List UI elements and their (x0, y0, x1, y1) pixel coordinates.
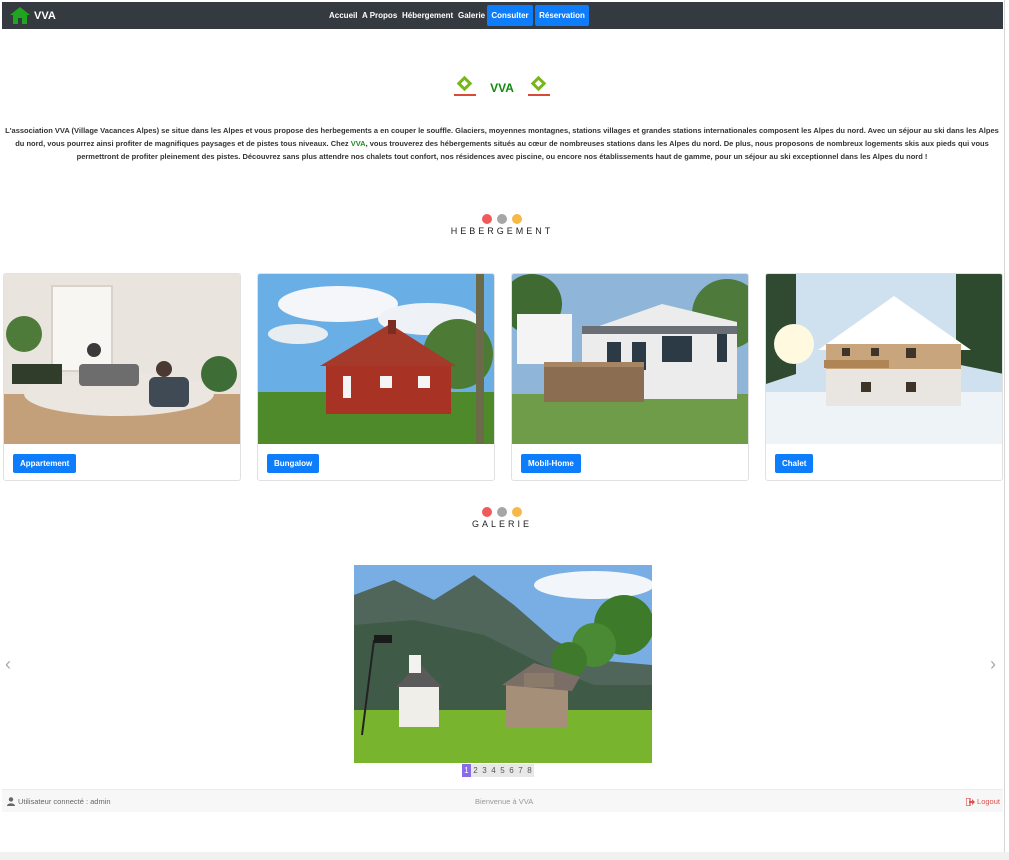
chalet-image (766, 274, 1002, 444)
logout-link[interactable]: Logout (966, 797, 1000, 806)
bungalow-image (258, 274, 494, 444)
grey-dot (497, 507, 507, 517)
pager-page-5[interactable]: 5 (498, 764, 507, 777)
pager-page-4[interactable]: 4 (489, 764, 498, 777)
mobil-home-button[interactable]: Mobil-Home (521, 454, 581, 473)
home-icon (10, 7, 30, 24)
vva-logo-right (527, 75, 550, 99)
connected-user-label: Utilisateur connecté : admin (18, 797, 111, 806)
galerie-dots (0, 507, 1004, 517)
card-chalet: Chalet (765, 273, 1003, 481)
navbar: VVA Accueil A Propos Hébergement Galerie… (2, 2, 1003, 29)
intro-highlight: VVA (350, 139, 366, 148)
connected-user: Utilisateur connecté : admin (7, 797, 111, 806)
pager-page-3[interactable]: 3 (480, 764, 489, 777)
logo-row: VVA (0, 75, 1004, 99)
yellow-dot (512, 507, 522, 517)
brand-link[interactable]: VVA (10, 7, 56, 24)
intro-text: L'association VVA (Village Vacances Alpe… (3, 124, 1001, 163)
pager-page-7[interactable]: 7 (516, 764, 525, 777)
brand-name: VVA (34, 9, 56, 22)
mobil-home-image (512, 274, 748, 444)
page-edge (0, 852, 1009, 860)
logout-icon (966, 797, 976, 806)
consulter-button[interactable]: Consulter (487, 5, 533, 26)
pager-page-8[interactable]: 8 (525, 764, 534, 777)
appartement-button[interactable]: Appartement (13, 454, 77, 473)
user-icon (7, 797, 15, 806)
vva-title: VVA (490, 81, 514, 95)
vva-logo-left (454, 75, 477, 99)
card-appartement: Appartement (3, 273, 241, 481)
carousel-image (354, 565, 652, 763)
galerie-title: GALERIE (471, 519, 532, 529)
hebergement-dots (0, 214, 1004, 224)
bungalow-button[interactable]: Bungalow (267, 454, 320, 473)
card-bungalow: Bungalow (257, 273, 495, 481)
nav-hebergement[interactable]: Hébergement (402, 11, 453, 20)
hebergement-title: HEBERGEMENT (450, 226, 554, 236)
red-dot (482, 507, 492, 517)
red-dot (482, 214, 492, 224)
carousel-prev-arrow[interactable]: ‹ (5, 654, 11, 675)
pager-page-2[interactable]: 2 (471, 764, 480, 777)
welcome-text: Bienvenue à VVA (475, 797, 534, 806)
footer: Utilisateur connecté : admin Bienvenue à… (2, 789, 1003, 812)
pager-page-6[interactable]: 6 (507, 764, 516, 777)
nav-a-propos[interactable]: A Propos (362, 11, 397, 20)
carousel-next-arrow[interactable]: › (990, 654, 996, 675)
pager-page-1[interactable]: 1 (462, 764, 471, 777)
appartement-image (4, 274, 240, 444)
grey-dot (497, 214, 507, 224)
chalet-button[interactable]: Chalet (775, 454, 814, 473)
card-mobil-home: Mobil-Home (511, 273, 749, 481)
reservation-button[interactable]: Réservation (535, 5, 589, 26)
logout-label[interactable]: Logout (977, 797, 1000, 806)
nav-accueil[interactable]: Accueil (329, 11, 357, 20)
yellow-dot (512, 214, 522, 224)
carousel-pager: 1 2 3 4 5 6 7 8 (462, 764, 534, 777)
nav-galerie[interactable]: Galerie (458, 11, 485, 20)
